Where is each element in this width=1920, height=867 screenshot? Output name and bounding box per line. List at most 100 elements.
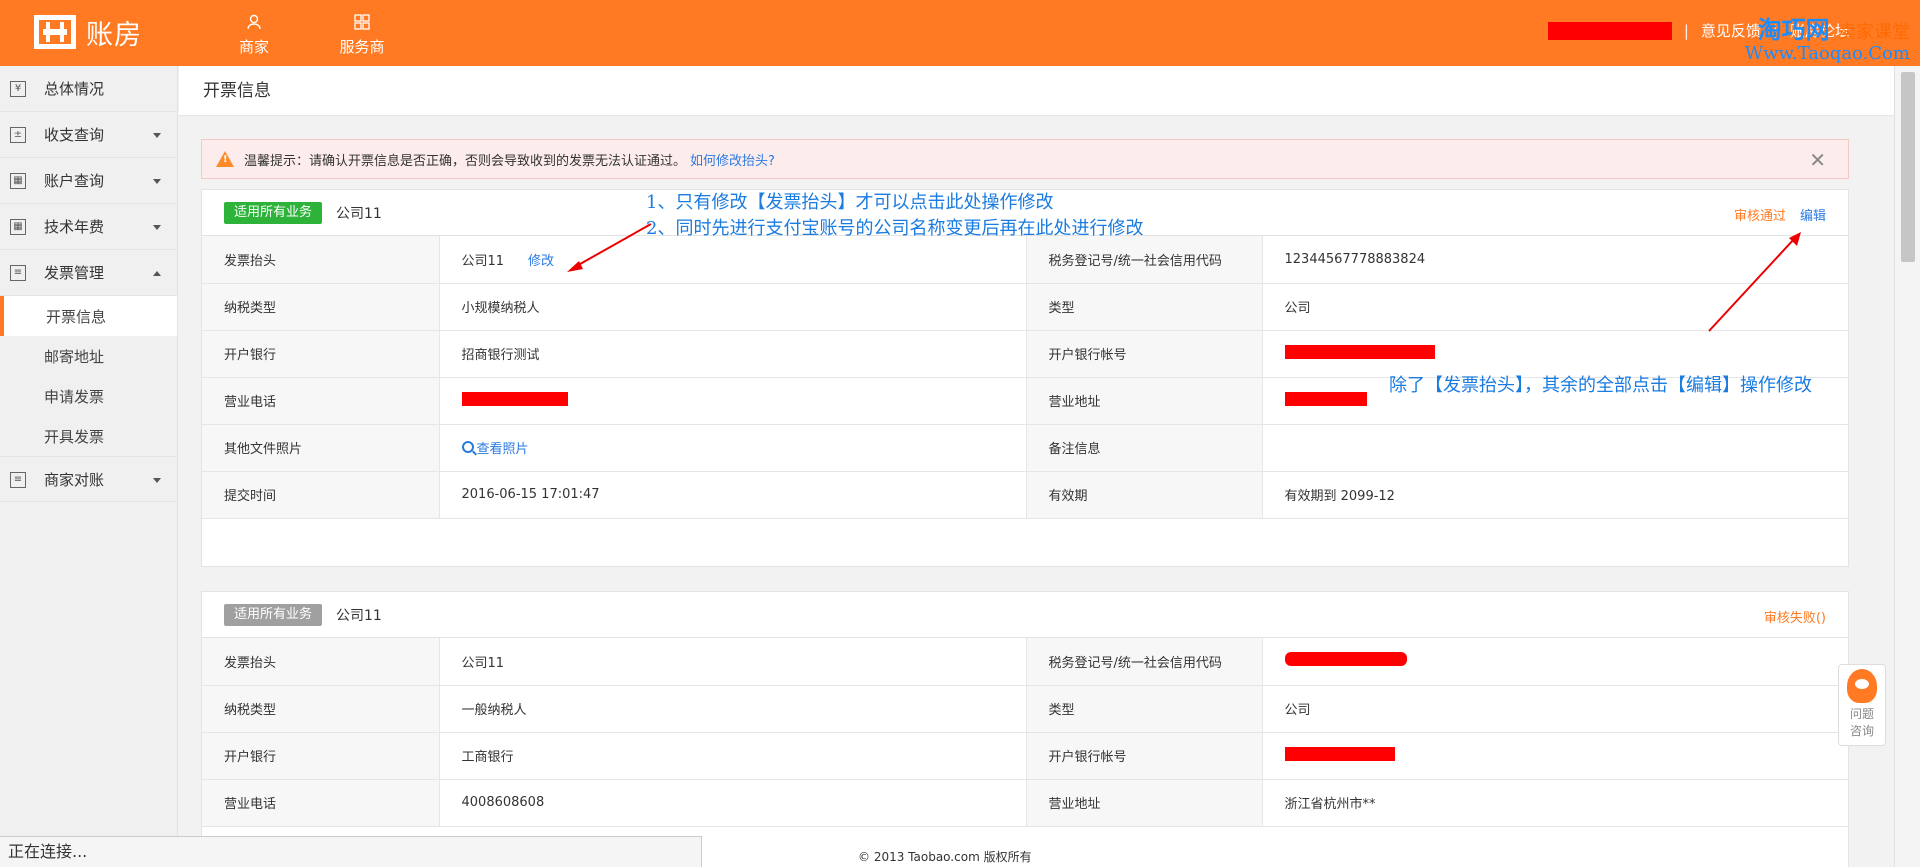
yen-icon: ¥ [10,81,26,97]
view-photo-label: 查看照片 [476,441,529,457]
sidebar: ¥ 总体情况 ± 收支查询 ▦ 账户查询 ▦ 技术年费 ≡ 发票管理 开票信息 … [0,66,178,867]
table-row: 纳税类型 一般纳税人 类型 公司 [202,685,1848,733]
edit-button[interactable]: 编辑 [1800,205,1826,224]
table-row: 开户银行 招商银行测试 开户银行帐号 [202,330,1848,378]
user-icon [200,10,308,34]
redacted-tax-id [1284,652,1407,667]
view-photo-link[interactable]: 查看照片 [461,438,529,457]
topnav-merchant-label: 商家 [238,38,269,56]
field-value [1262,424,1848,472]
watermark-url: Www.Taoqao.Com [1744,43,1910,64]
sidebar-item-tech-fee[interactable]: ▦ 技术年费 [0,204,177,250]
help-label: 问题 [1849,707,1874,721]
field-value: 工商银行 [439,732,1027,780]
redacted-bank-account [1284,746,1395,761]
field-label: 纳税类型 [202,685,440,733]
field-label: 类型 [1026,283,1263,331]
scope-tag: 适用所有业务 [224,201,323,224]
scrollbar-thumb[interactable] [1901,72,1915,262]
field-label: 发票抬头 [202,638,440,686]
field-label: 营业地址 [1026,779,1263,827]
card-actions: 审核失败() [1764,607,1826,626]
field-value [439,377,1027,425]
watermark-title: 淘巧网 [1757,15,1830,44]
logo[interactable]: 账房 [34,14,142,51]
topnav-provider[interactable]: 服务商 [308,10,416,57]
field-value: 浙江省杭州市** [1262,779,1848,827]
table-row: 发票抬头 公司11 税务登记号/统一社会信用代码 [202,638,1848,686]
card-actions: 审核通过 编辑 [1734,205,1826,224]
field-value: 公司11 修改 [439,236,1027,284]
browser-status-bar: 正在连接... [0,836,702,867]
sidebar-item-label: 账户查询 [44,172,105,190]
field-label: 其他文件照片 [202,424,440,472]
sidebar-item-income[interactable]: ± 收支查询 [0,112,177,158]
field-label: 开户银行帐号 [1026,732,1263,780]
field-value: 公司 [1262,685,1848,733]
redacted-username [1547,21,1672,40]
table-row: 提交时间 2016-06-15 17:01:47 有效期 有效期到 2099-1… [202,471,1848,519]
field-value: 查看照片 [439,424,1027,472]
annotation-1: 1、只有修改【发票抬头】才可以点击此处操作修改 [646,192,1054,213]
calc-icon: ▦ [10,219,26,235]
field-label: 开户银行 [202,732,440,780]
sidebar-item-account[interactable]: ▦ 账户查询 [0,158,177,204]
sidebar-item-invoice[interactable]: ≡ 发票管理 [0,250,177,296]
field-label: 提交时间 [202,471,440,519]
sidebar-item-reconcile[interactable]: ≡ 商家对账 [0,456,177,502]
topnav-provider-label: 服务商 [339,38,385,56]
field-value [1262,330,1848,378]
page-title: 开票信息 [179,66,1894,116]
invoice-title-value: 公司11 [461,253,505,269]
sidebar-item-label: 技术年费 [44,218,105,236]
table-row: 开户银行 工商银行 开户银行帐号 [202,732,1848,780]
topnav-merchant[interactable]: 商家 [200,10,308,57]
sidebar-item-label: 商家对账 [44,470,105,489]
sidebar-subitem-issue-invoice[interactable]: 开具发票 [0,416,177,456]
invoice-icon: ≡ [10,265,26,281]
field-value: 12344567778883824 [1262,236,1848,284]
chevron-down-icon [153,133,161,138]
invoice-info-table: 发票抬头 公司11 税务登记号/统一社会信用代码 纳税类型 一般纳税人 类型 公… [202,638,1848,827]
calc-icon: ▦ [10,173,26,189]
field-label: 发票抬头 [202,236,440,284]
sidebar-subitem-mail-address[interactable]: 邮寄地址 [0,336,177,376]
grid-icon [308,10,416,34]
warning-icon [216,151,234,167]
field-value: 4008608608 [439,779,1027,827]
sidebar-item-overview[interactable]: ¥ 总体情况 [0,66,177,112]
top-header: 账房 商家 服务商 | 意见反馈 | 账房论坛 淘巧网 卖家课堂 Www.Tao… [0,0,1920,66]
card-header: 适用所有业务 公司11 审核失败() [202,592,1848,638]
chevron-down-icon [153,225,161,230]
table-row: 发票抬头 公司11 修改 税务登记号/统一社会信用代码 1234456777888… [202,236,1848,284]
field-value: 有效期到 2099-12 [1262,471,1848,519]
how-to-change-title-link[interactable]: 如何修改抬头? [690,150,775,169]
field-label: 税务登记号/统一社会信用代码 [1026,638,1263,686]
warning-alert: 温馨提示：请确认开票信息是否正确，否则会导致收到的发票无法认证通过。 如何修改抬… [201,139,1849,179]
main-content: 开票信息 温馨提示：请确认开票信息是否正确，否则会导致收到的发票无法认证通过。 … [179,66,1894,867]
close-icon[interactable]: ✕ [1809,148,1826,172]
table-row: 营业电话 4008608608 营业地址 浙江省杭州市** [202,779,1848,827]
vertical-scrollbar[interactable] [1894,66,1920,867]
redacted-address [1284,391,1367,406]
watermark: 淘巧网 卖家课堂 Www.Taoqao.Com [1745,10,1910,64]
field-label: 备注信息 [1026,424,1263,472]
sidebar-item-label: 发票管理 [44,264,105,282]
field-label: 营业电话 [202,377,440,425]
field-label: 开户银行 [202,330,440,378]
watermark-subtitle: 卖家课堂 [1838,22,1910,43]
doc-icon: ± [10,127,26,143]
status-badge[interactable]: 审核失败() [1764,607,1826,626]
field-value: 2016-06-15 17:01:47 [439,471,1027,519]
abacus-logo-icon [34,15,76,49]
field-label: 纳税类型 [202,283,440,331]
sidebar-subitem-invoice-info[interactable]: 开票信息 [0,296,177,336]
status-badge: 审核通过 [1733,209,1786,224]
help-consult-button[interactable]: 问题 咨询 [1838,664,1886,746]
field-label: 开户银行帐号 [1026,330,1263,378]
sidebar-subitem-apply-invoice[interactable]: 申请发票 [0,376,177,416]
field-label: 营业电话 [202,779,440,827]
field-value: 小规模纳税人 [439,283,1027,331]
modify-title-link[interactable]: 修改 [528,254,554,269]
scope-tag: 适用所有业务 [224,603,323,626]
